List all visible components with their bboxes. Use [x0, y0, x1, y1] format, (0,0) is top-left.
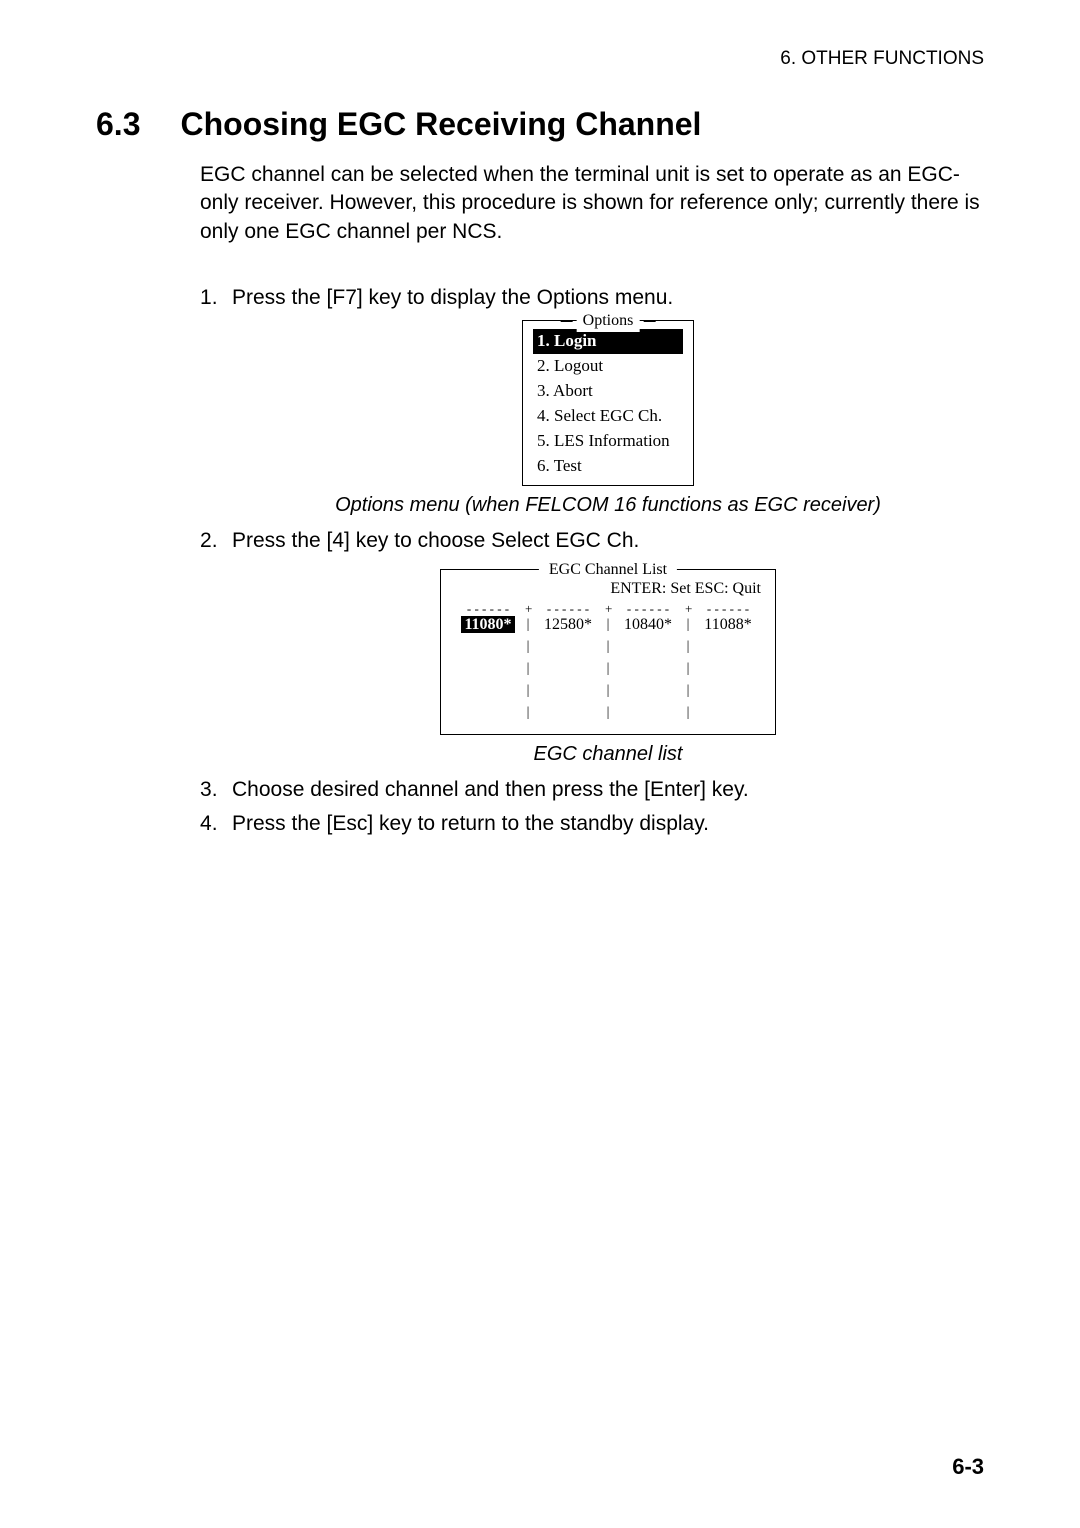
step-3: Choose desired channel and then press th…	[200, 776, 984, 804]
options-item-test[interactable]: 6. Test	[533, 454, 683, 479]
step-3-text: Choose desired channel and then press th…	[232, 778, 749, 801]
egc-cell-10840[interactable]: 10840*	[611, 614, 685, 636]
egc-empty-row: | | |	[451, 658, 765, 680]
step-1: Press the [F7] key to display the Option…	[200, 284, 984, 519]
page-number: 6-3	[952, 1454, 984, 1480]
egc-cell-12580[interactable]: 12580*	[531, 614, 605, 636]
step-4: Press the [Esc] key to return to the sta…	[200, 810, 984, 838]
egc-list-figure: EGC Channel List ENTER: Set ESC: Quit - …	[232, 569, 984, 735]
running-header: 6. OTHER FUNCTIONS	[96, 48, 984, 70]
step-4-text: Press the [Esc] key to return to the sta…	[232, 812, 709, 835]
egc-data-row: 11080* | 12580* | 10840* | 11088*	[451, 614, 765, 636]
egc-grid: - - - - - - + - - - - - - + - - - - - - …	[451, 604, 765, 724]
egc-empty-row: | | |	[451, 636, 765, 658]
options-item-les-info[interactable]: 5. LES Information	[533, 429, 683, 454]
options-item-select-egc[interactable]: 4. Select EGC Ch.	[533, 404, 683, 429]
step-2: Press the [4] key to choose Select EGC C…	[200, 527, 984, 768]
egc-list-caption: EGC channel list	[232, 741, 984, 768]
section-title: Choosing EGC Receiving Channel	[180, 106, 701, 143]
egc-empty-row: | | |	[451, 680, 765, 702]
egc-hint: ENTER: Set ESC: Quit	[451, 578, 765, 600]
steps-list: Press the [F7] key to display the Option…	[200, 284, 984, 839]
options-item-login[interactable]: 1. Login	[533, 329, 683, 354]
step-1-text: Press the [F7] key to display the Option…	[232, 286, 673, 309]
options-menu-caption: Options menu (when FELCOM 16 functions a…	[232, 492, 984, 519]
egc-list-box: EGC Channel List ENTER: Set ESC: Quit - …	[440, 569, 776, 735]
options-menu-box: Options 1. Login 2. Logout 3. Abort 4. S…	[522, 320, 694, 486]
section-heading: 6.3 Choosing EGC Receiving Channel	[96, 106, 984, 143]
options-menu-figure: Options 1. Login 2. Logout 3. Abort 4. S…	[232, 320, 984, 486]
egc-separator-row: - - - - - - + - - - - - - + - - - - - - …	[451, 604, 765, 614]
intro-paragraph: EGC channel can be selected when the ter…	[200, 161, 984, 246]
egc-cell-11088[interactable]: 11088*	[691, 614, 765, 636]
options-menu-title: Options	[577, 310, 640, 332]
options-item-logout[interactable]: 2. Logout	[533, 354, 683, 379]
options-item-abort[interactable]: 3. Abort	[533, 379, 683, 404]
egc-list-title: EGC Channel List	[539, 559, 677, 581]
section-number: 6.3	[96, 106, 140, 143]
egc-empty-row: | | |	[451, 702, 765, 724]
step-2-text: Press the [4] key to choose Select EGC C…	[232, 529, 639, 552]
egc-cell-11080[interactable]: 11080*	[451, 614, 525, 636]
